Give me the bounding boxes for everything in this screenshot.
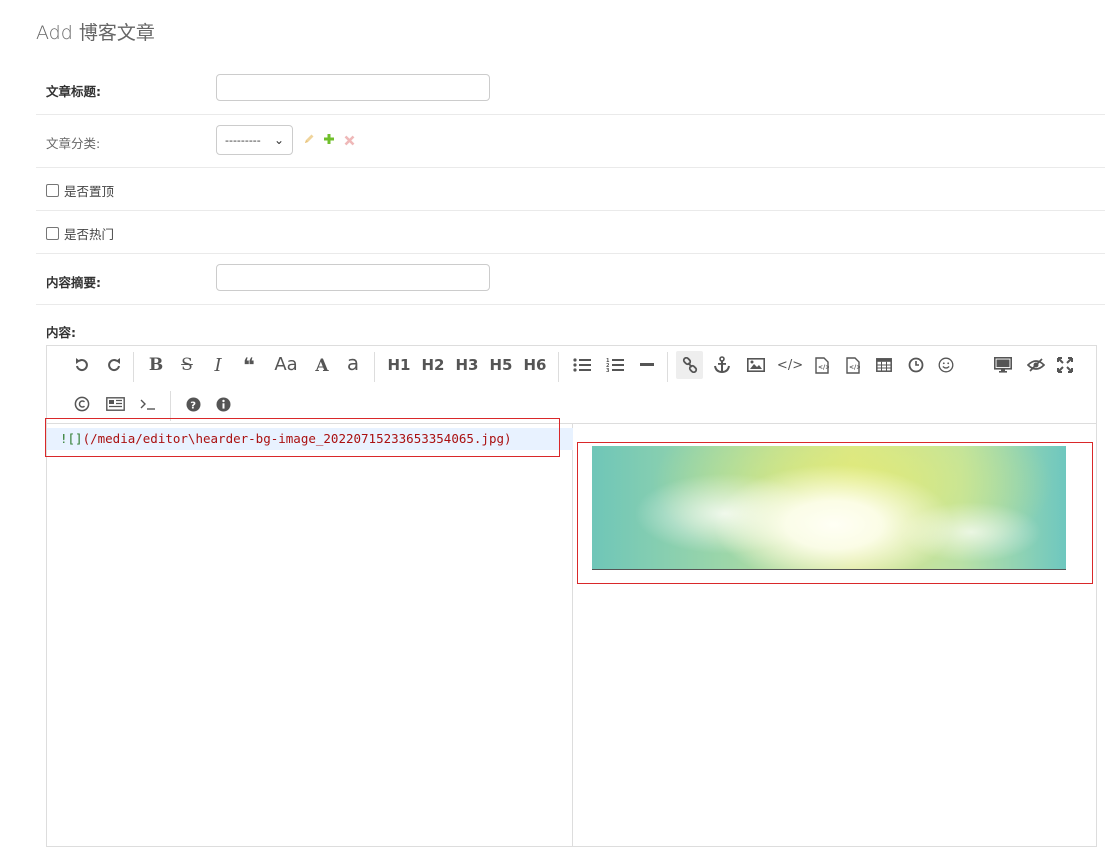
help-question-icon[interactable]: ? [183, 390, 203, 418]
emoji-smile-icon[interactable] [936, 351, 956, 379]
editor-toolbar: B S I ❝ Aa A a H1 H2 H3 H5 H6 123 </> </… [47, 346, 1096, 424]
category-label: 文章分类: [46, 136, 101, 151]
form-row-is-top: 是否置顶 [36, 168, 1105, 211]
highlight-box-markdown [45, 418, 560, 457]
unordered-list-icon[interactable] [571, 351, 593, 379]
highlight-box-preview [577, 442, 1093, 584]
svg-text:</>: </> [849, 364, 860, 371]
link-icon[interactable] [676, 351, 703, 379]
copyright-icon[interactable] [72, 390, 92, 418]
fullscreen-icon[interactable] [1055, 351, 1075, 379]
uppercase-button[interactable]: A [312, 352, 332, 380]
content-label: 内容: [46, 325, 76, 340]
summary-label: 内容摘要: [46, 275, 101, 290]
h3-button[interactable]: H3 [453, 351, 481, 379]
is-hot-label: 是否热门 [64, 227, 115, 242]
h5-button[interactable]: H5 [487, 351, 515, 379]
form-row-title: 文章标题: [36, 62, 1105, 115]
info-icon[interactable] [213, 390, 233, 418]
toolbar-divider [133, 352, 134, 382]
toolbar-divider [558, 352, 559, 382]
inline-code-icon[interactable]: </> [777, 351, 803, 379]
terminal-prompt-icon[interactable] [138, 390, 158, 418]
svg-text:?: ? [190, 400, 196, 411]
category-select-value: --------- [225, 133, 261, 147]
form-row-summary: 内容摘要: [36, 254, 1105, 305]
is-top-checkbox-wrap[interactable]: 是否置顶 [46, 181, 114, 200]
page-title: Add 博客文章 [36, 22, 155, 44]
add-plus-icon[interactable] [323, 133, 335, 149]
h1-button[interactable]: H1 [385, 351, 413, 379]
delete-x-icon[interactable] [344, 134, 355, 150]
svg-text:3: 3 [606, 368, 610, 373]
datetime-clock-icon[interactable] [906, 351, 926, 379]
h2-button[interactable]: H2 [419, 351, 447, 379]
form-row-category: 文章分类: --------- ⌄ [36, 115, 1105, 168]
eye-slash-icon[interactable] [1025, 351, 1047, 379]
bold-button[interactable]: B [146, 351, 166, 379]
ordered-list-icon[interactable]: 123 [604, 351, 626, 379]
italic-button[interactable]: I [208, 351, 228, 379]
category-select[interactable]: --------- ⌄ [216, 125, 293, 155]
toolbar-divider [170, 391, 171, 421]
toolbar-divider [667, 352, 668, 382]
code-block-icon[interactable]: </> [812, 351, 832, 379]
is-hot-checkbox-wrap[interactable]: 是否热门 [46, 224, 114, 243]
toolbar-divider [374, 352, 375, 382]
undo-icon[interactable] [72, 351, 92, 379]
title-input[interactable] [216, 74, 490, 101]
title-label: 文章标题: [46, 84, 101, 99]
page-break-newspaper-icon[interactable] [104, 390, 126, 418]
image-icon[interactable] [745, 351, 767, 379]
watch-preview-monitor-icon[interactable] [992, 351, 1014, 379]
chevron-down-icon: ⌄ [273, 133, 284, 147]
is-top-label: 是否置顶 [64, 184, 115, 199]
redo-icon[interactable] [104, 351, 124, 379]
strikethrough-button[interactable]: S [177, 351, 197, 379]
quote-button[interactable]: ❝ [238, 351, 260, 379]
h6-button[interactable]: H6 [521, 351, 549, 379]
case-toggle-button[interactable]: Aa [272, 350, 300, 378]
editor-markdown-pane[interactable] [47, 424, 573, 846]
edit-pencil-icon[interactable] [303, 133, 315, 149]
is-hot-checkbox[interactable] [46, 227, 59, 240]
summary-input[interactable] [216, 264, 490, 291]
anchor-icon[interactable] [712, 351, 732, 379]
form-row-is-hot: 是否热门 [36, 211, 1105, 254]
lowercase-button[interactable]: a [343, 349, 363, 377]
svg-text:</>: </> [818, 364, 829, 371]
horizontal-rule-icon[interactable] [637, 351, 657, 379]
is-top-checkbox[interactable] [46, 184, 59, 197]
table-icon[interactable] [874, 351, 894, 379]
preformatted-icon[interactable]: </> [843, 351, 863, 379]
